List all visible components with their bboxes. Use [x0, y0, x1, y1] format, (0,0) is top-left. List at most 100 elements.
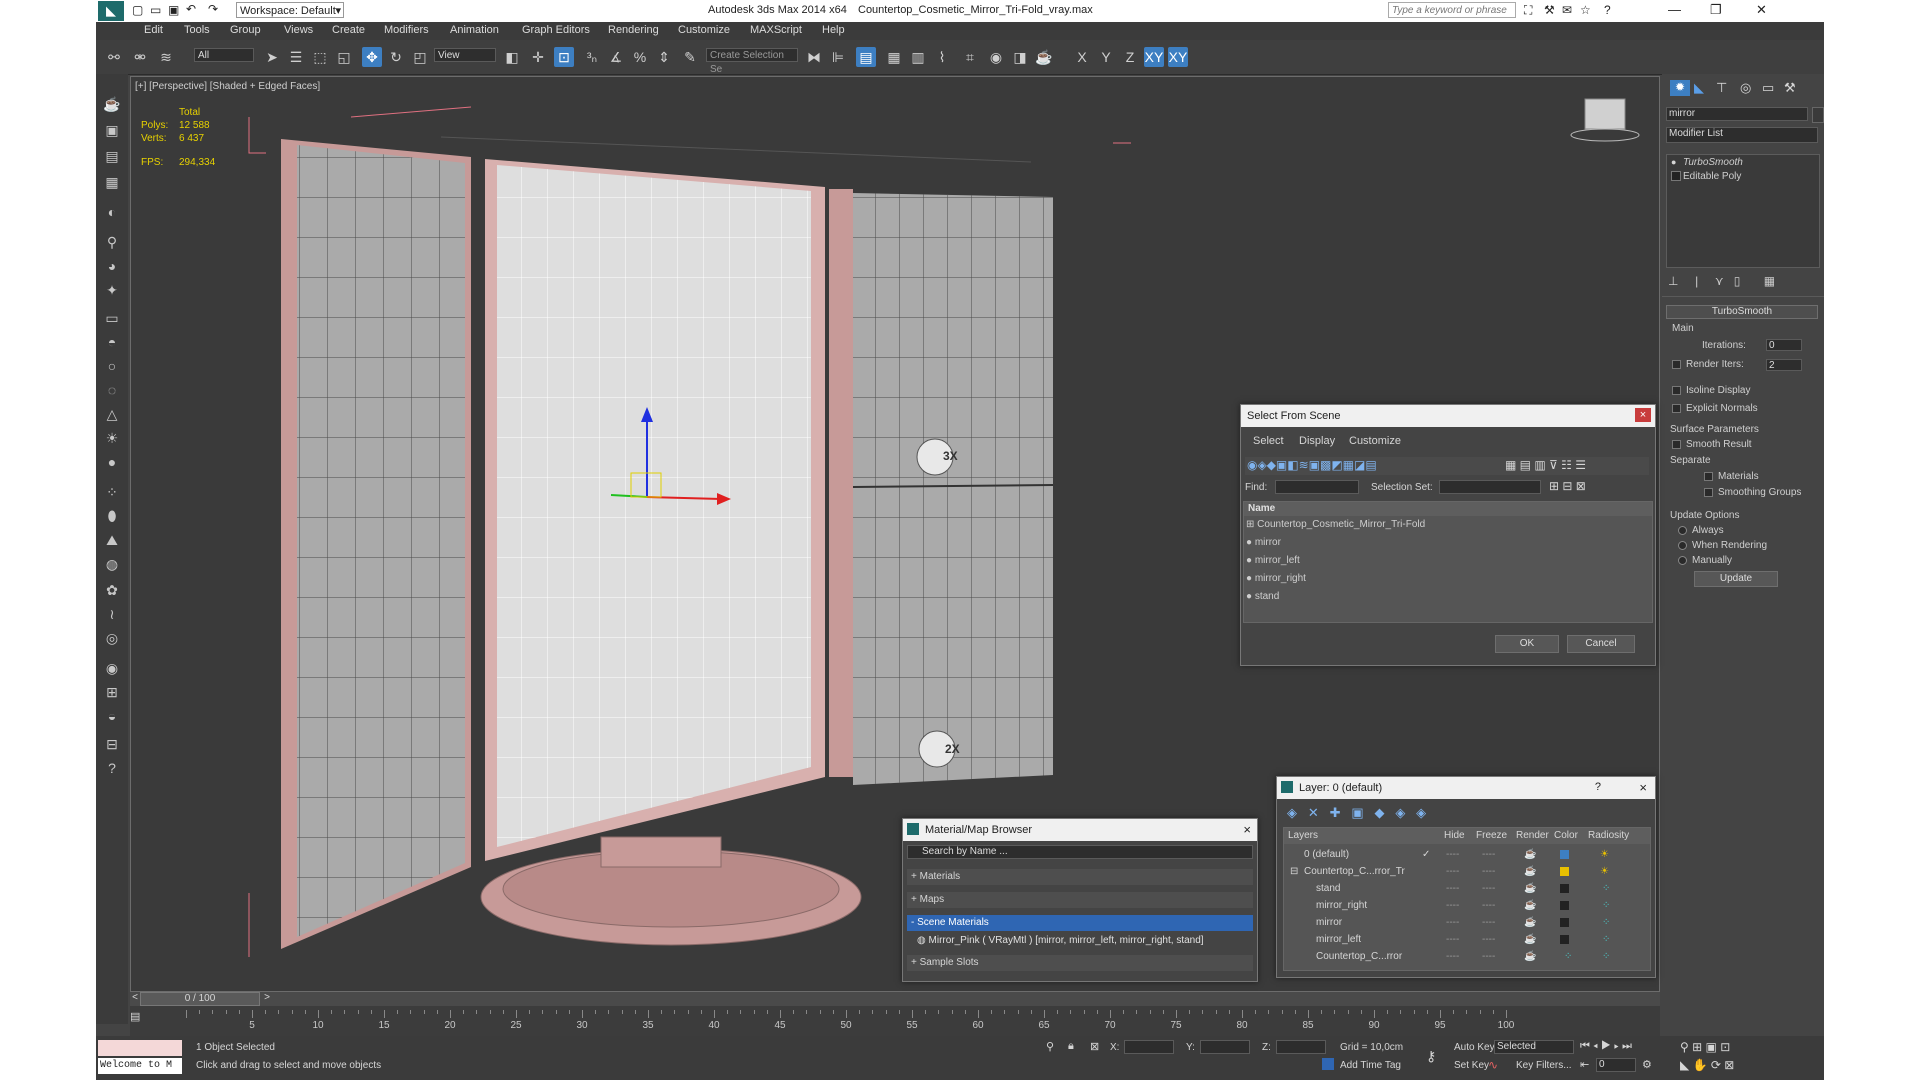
freeze-all-icon[interactable]: ◈ [1416, 805, 1426, 820]
keyboard-shortcut-override-icon[interactable]: ⊡ [554, 47, 574, 67]
track-bar[interactable]: 5 10 15 20 25 30 35 40 45 50 55 60 65 70 75 80 85 90 95 100 [186, 1010, 1514, 1034]
time-config-icon[interactable]: ⚙ [1642, 1058, 1652, 1071]
column-radiosity[interactable]: Radiosity [1588, 828, 1629, 844]
render-icon[interactable]: ☕ [1034, 47, 1054, 67]
iterations-spinner[interactable]: 0 [1766, 339, 1802, 351]
render-teapot-icon[interactable]: ☕ [1524, 931, 1536, 948]
capsule-icon[interactable]: ⬮ [102, 506, 122, 526]
help-icon[interactable]: ? [1604, 3, 1611, 17]
dome-icon[interactable]: ◓ [102, 332, 122, 352]
layer-color-swatch[interactable] [1560, 884, 1569, 893]
percent-snap-icon[interactable]: % [630, 47, 650, 67]
menu-group[interactable]: Group [230, 24, 261, 36]
select-manipulate-icon[interactable]: ✛ [528, 47, 548, 67]
close-icon[interactable]: ✕ [1756, 2, 1767, 18]
utilities-tab-icon[interactable]: ⚒ [1784, 80, 1796, 96]
modifier-list-dropdown[interactable]: Modifier List [1666, 127, 1818, 143]
isolate-icon[interactable]: ⚲ [1046, 1040, 1054, 1053]
key-selection-dropdown[interactable]: Selected [1494, 1040, 1574, 1054]
time-slider-thumb[interactable]: 0 / 100 [140, 992, 260, 1006]
mountain-icon[interactable]: ⛰ [102, 530, 122, 550]
hide-toggle[interactable]: ---- [1446, 948, 1459, 965]
close-icon[interactable]: × [1243, 822, 1251, 837]
menu-maxscript[interactable]: MAXScript [750, 24, 802, 36]
menu-rendering[interactable]: Rendering [608, 24, 659, 36]
column-header-name[interactable]: Name [1244, 502, 1652, 516]
minimize-icon[interactable]: — [1668, 2, 1681, 17]
table-row[interactable]: mirror_right ---- ---- ☕ ⁘ [1284, 897, 1650, 914]
camera-icon[interactable]: ◕ [102, 256, 122, 276]
hide-all-icon[interactable]: ◈ [1395, 805, 1405, 820]
modify-tab-icon[interactable]: ◣ [1694, 80, 1704, 96]
ok-button[interactable]: OK [1495, 635, 1559, 653]
zoom-extents-icon[interactable]: ▣ [1706, 1040, 1717, 1054]
show-end-result-icon[interactable]: | [1695, 274, 1698, 288]
update-button[interactable]: Update [1694, 571, 1778, 587]
time-slider[interactable]: < 0 / 100 > [130, 992, 1660, 1006]
next-frame-icon[interactable]: > [262, 992, 272, 1006]
freeze-toggle[interactable]: ---- [1482, 897, 1495, 914]
disc-icon[interactable]: ● [102, 452, 122, 472]
helper-icon[interactable]: ✦ [102, 280, 122, 300]
pin-stack-icon[interactable]: ⊥ [1668, 274, 1678, 288]
question-icon[interactable]: ? [102, 758, 122, 778]
key-curve-icon[interactable]: ∿ [1488, 1058, 1498, 1072]
filter-geometry-icon[interactable]: ◉◈◆▣◧≋▣▩◩▦◪▤ [1247, 458, 1377, 472]
column-color[interactable]: Color [1554, 828, 1578, 844]
render-teapot-icon[interactable]: ☕ [1524, 948, 1536, 965]
render-iters-spinner[interactable]: 2 [1766, 359, 1802, 371]
select-object-icon[interactable]: ➤ [262, 47, 282, 67]
undo-icon[interactable]: ↶ [186, 2, 196, 16]
bulb-icon[interactable]: ● [1671, 157, 1676, 167]
save-file-icon[interactable]: ▣ [168, 3, 179, 17]
info-search-box[interactable]: Type a keyword or phrase [1388, 2, 1516, 18]
render-setup-icon[interactable]: ◨ [1010, 47, 1030, 67]
render-region-icon[interactable]: ⊟ [102, 734, 122, 754]
list-item[interactable]: ● mirror [1246, 534, 1650, 552]
lock-selection-icon[interactable]: ⊞ [102, 682, 122, 702]
foliage-icon[interactable]: ✿ [102, 580, 122, 600]
hide-toggle[interactable]: ---- [1446, 931, 1459, 948]
select-dialog-title-bar[interactable]: Select From Scene × [1241, 405, 1655, 427]
expand-icon[interactable] [1671, 171, 1681, 181]
x-coordinate-field[interactable] [1124, 1040, 1174, 1054]
open-file-icon[interactable]: ▭ [150, 3, 161, 17]
radiosity-icon[interactable]: ⁘ [1602, 948, 1610, 965]
select-and-move-icon[interactable]: ✥ [362, 47, 382, 67]
menu-tools[interactable]: Tools [184, 24, 210, 36]
materials-checkbox[interactable] [1704, 472, 1713, 481]
cone-icon[interactable]: △ [102, 404, 122, 424]
earth-icon[interactable]: ◒ [102, 706, 122, 726]
radiosity-icon[interactable]: ⁘ [1602, 931, 1610, 948]
hide-toggle[interactable]: ---- [1446, 846, 1459, 863]
edit-named-selection-icon[interactable]: ✎ [680, 47, 700, 67]
teapot-icon[interactable]: ☕ [102, 94, 122, 114]
column-layers[interactable]: Layers [1288, 828, 1318, 844]
field-of-view-icon[interactable]: ◣ [1680, 1058, 1689, 1072]
modifier-stack[interactable]: TurboSmooth Editable Poly ● [1666, 154, 1820, 268]
layer-color-swatch[interactable] [1560, 918, 1569, 927]
auto-key-button[interactable]: Auto Key [1454, 1042, 1495, 1053]
menu-create[interactable]: Create [332, 24, 365, 36]
key-filters-button[interactable]: Key Filters... [1516, 1060, 1572, 1071]
select-by-name-icon[interactable]: ☰ [286, 47, 306, 67]
previous-frame-icon[interactable]: < [130, 992, 140, 1006]
render-teapot-icon[interactable]: ☕ [1524, 863, 1536, 880]
align-icon[interactable]: ⊫ [828, 47, 848, 67]
render-frame-icon[interactable]: ▣ [102, 120, 122, 140]
absolute-mode-icon[interactable]: ⊠ [1090, 1040, 1099, 1053]
spinner-snap-icon[interactable]: ⇕ [654, 47, 674, 67]
go-to-end-icon[interactable]: ⏭ [1622, 1040, 1632, 1052]
list-item[interactable]: ● stand [1246, 588, 1650, 606]
column-freeze[interactable]: Freeze [1476, 828, 1507, 844]
material-item[interactable]: ◍ Mirror_Pink ( VRayMtl ) [mirror, mirro… [917, 933, 1253, 949]
help-icon[interactable]: ? [1595, 781, 1601, 793]
materials-section[interactable]: + Materials [907, 869, 1253, 885]
table-row[interactable]: stand ---- ---- ☕ ⁘ [1284, 880, 1650, 897]
radiosity-icon[interactable]: ⁘ [1602, 880, 1610, 897]
render-teapot-icon[interactable]: ☕ [1524, 846, 1536, 863]
axis-xy-cycle-button[interactable]: XY [1168, 47, 1188, 67]
list-item[interactable]: ● mirror_right [1246, 570, 1650, 588]
unlink-icon[interactable]: ⚮ [130, 47, 150, 67]
menu-customize[interactable]: Customize [678, 24, 730, 36]
